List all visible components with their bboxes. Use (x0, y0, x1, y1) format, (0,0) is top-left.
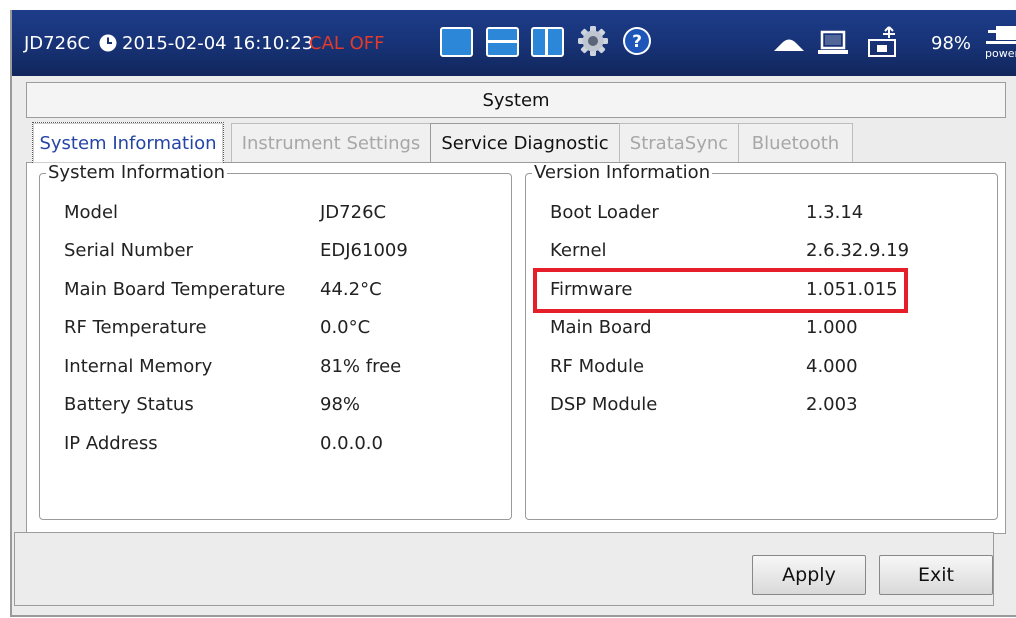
exit-button[interactable]: Exit (879, 555, 993, 595)
status-bar: JD726C 2015-02-04 16:10:23 CAL OFF ? 98%… (12, 10, 1016, 76)
rf-temperature-label: RF Temperature (64, 317, 207, 338)
datetime-display: 2015-02-04 16:10:23 (122, 33, 314, 54)
laptop-icon (818, 30, 848, 54)
rf-module-label: RF Module (550, 356, 645, 377)
rf-temperature-value: 0.0°C (320, 317, 371, 338)
cloud-icon (774, 39, 804, 51)
internal-memory-value: 81% free (320, 356, 402, 377)
battery-status-label: Battery Status (64, 394, 194, 415)
internal-memory-label: Internal Memory (64, 356, 213, 377)
main-board-value: 1.000 (806, 317, 858, 338)
model-name: JD726C (24, 33, 91, 54)
tab-service-diagnostic[interactable]: Service Diagnostic (430, 123, 620, 162)
apply-button[interactable]: Apply (752, 555, 866, 595)
clock-icon (99, 34, 117, 52)
gear-icon[interactable] (577, 25, 609, 57)
power-label: power (985, 47, 1016, 60)
help-icon[interactable]: ? (622, 26, 652, 56)
dsp-module-value: 2.003 (806, 394, 858, 415)
tab-instrument-settings[interactable]: Instrument Settings (231, 123, 431, 162)
battery-status-value: 98% (320, 394, 361, 415)
version-information-group-title: Version Information (534, 162, 711, 183)
single-view-icon[interactable] (440, 27, 473, 57)
cal-status[interactable]: CAL OFF (309, 33, 385, 54)
split-vertical-icon[interactable] (531, 27, 564, 57)
ip-address-label: IP Address (64, 433, 158, 454)
battery-percentage: 98% (931, 33, 972, 54)
main-board-temperature-value: 44.2°C (320, 279, 382, 300)
window-title: System (26, 82, 1006, 118)
boot-loader-value: 1.3.14 (806, 202, 864, 223)
dsp-module-label: DSP Module (550, 394, 658, 415)
rf-module-value: 4.000 (806, 356, 858, 377)
kernel-value: 2.6.32.9.19 (806, 240, 910, 261)
main-board-label: Main Board (550, 317, 652, 338)
ip-address-value: 0.0.0.0 (320, 433, 383, 454)
model-label: Model (64, 202, 119, 223)
boot-loader-label: Boot Loader (550, 202, 659, 223)
kernel-label: Kernel (550, 240, 607, 261)
tab-bluetooth[interactable]: Bluetooth (738, 123, 853, 162)
tab-stratasync[interactable]: StrataSync (619, 123, 739, 162)
main-board-temperature-label: Main Board Temperature (64, 279, 286, 300)
firmware-highlight-box (533, 268, 908, 313)
tab-system-information[interactable]: System Information (32, 122, 224, 163)
serial-number-value: EDJ61009 (320, 240, 408, 261)
split-horizontal-icon[interactable] (486, 27, 519, 57)
system-information-group-title: System Information (48, 162, 226, 183)
model-value: JD726C (320, 202, 387, 223)
svg-text:?: ? (632, 32, 642, 52)
power-icon: power (982, 24, 1016, 64)
serial-number-label: Serial Number (64, 240, 193, 261)
usb-icon (868, 26, 896, 57)
